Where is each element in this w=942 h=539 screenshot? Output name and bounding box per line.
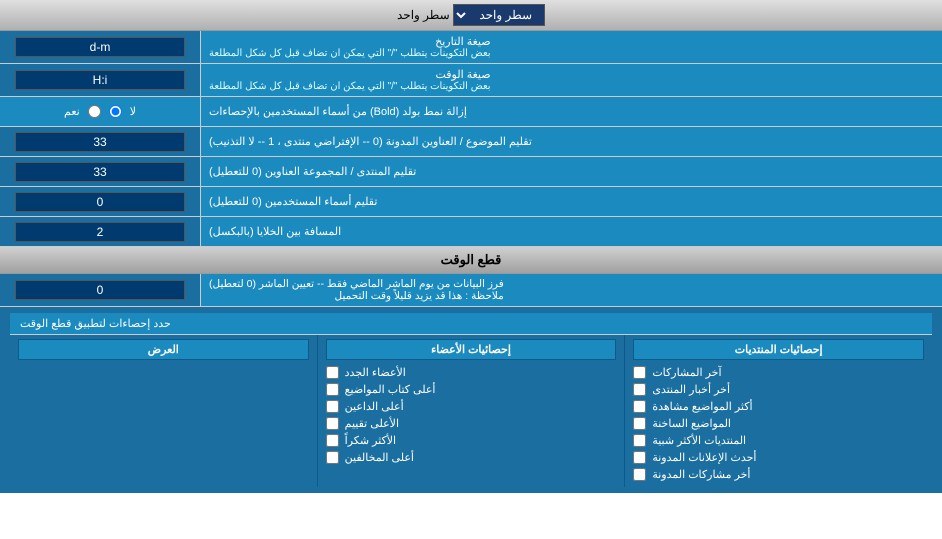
- stats-item-1: آخر المشاركات: [633, 364, 924, 381]
- time-format-input-cell: [0, 64, 200, 96]
- bold-remove-label: إزالة نمط بولد (Bold) من أسماء المستخدمي…: [200, 97, 942, 126]
- usernames-input[interactable]: [15, 192, 184, 212]
- topics-titles-row: تقليم الموضوع / العناوين المدونة (0 -- ا…: [0, 127, 942, 157]
- col2-header: إحصائيات الأعضاء: [326, 339, 617, 360]
- stats-title-row: حدد إحصاءات لتطبيق قطع الوقت: [10, 313, 932, 335]
- col-divider-2: [317, 335, 318, 487]
- stats-item-6: أحدث الإعلانات المدونة: [633, 449, 924, 466]
- stats-item-m3: أعلى الداعين: [326, 398, 617, 415]
- cell-spacing-input-cell: [0, 217, 200, 246]
- col1-header: إحصائيات المنتديات: [633, 339, 924, 360]
- date-format-input[interactable]: [15, 37, 184, 57]
- forum-titles-row: تقليم المنتدى / المجموعة العناوين (0 للت…: [0, 157, 942, 187]
- col1-checkbox-1[interactable]: [633, 383, 646, 396]
- stats-item-m2: أعلى كتاب المواضيع: [326, 381, 617, 398]
- stats-col-display: العرض: [10, 335, 317, 487]
- radio-yes[interactable]: [88, 105, 101, 118]
- stats-item-3: أكثر المواضيع مشاهدة: [633, 398, 924, 415]
- col3-header: العرض: [18, 339, 309, 360]
- col2-checkbox-3[interactable]: [326, 417, 339, 430]
- usernames-label: تقليم أسماء المستخدمين (0 للتعطيل): [200, 187, 942, 216]
- radio-no-label: لا: [130, 105, 136, 118]
- topics-titles-input[interactable]: [15, 132, 184, 152]
- filter-input[interactable]: [15, 280, 184, 300]
- header-row: سطر واحد سطران ثلاثة أسطر سطر واحد: [0, 0, 942, 31]
- time-format-input[interactable]: [15, 70, 184, 90]
- stats-col-forums: إحصائيات المنتديات آخر المشاركات أخر أخب…: [625, 335, 932, 487]
- time-format-label: صيغة الوقت بعض التكوينات يتطلب "/" التي …: [200, 64, 942, 96]
- col-divider: [624, 335, 625, 487]
- col2-checkbox-0[interactable]: [326, 366, 339, 379]
- col1-checkbox-4[interactable]: [633, 434, 646, 447]
- date-format-label: صيغة التاريخ بعض التكوينات يتطلب "/" الت…: [200, 31, 942, 63]
- forum-titles-label: تقليم المنتدى / المجموعة العناوين (0 للت…: [200, 157, 942, 186]
- display-label: سطر واحد: [397, 8, 450, 22]
- col2-checkbox-4[interactable]: [326, 434, 339, 447]
- filter-row: فرز البيانات من يوم الماشر الماضي فقط --…: [0, 274, 942, 307]
- stats-item-m1: الأعضاء الجدد: [326, 364, 617, 381]
- cell-spacing-input[interactable]: [15, 222, 184, 242]
- stats-item-5: المنتديات الأكثر شبية: [633, 432, 924, 449]
- usernames-row: تقليم أسماء المستخدمين (0 للتعطيل): [0, 187, 942, 217]
- topics-titles-input-cell: [0, 127, 200, 156]
- forum-titles-input-cell: [0, 157, 200, 186]
- date-format-row: صيغة التاريخ بعض التكوينات يتطلب "/" الت…: [0, 31, 942, 64]
- col2-checkbox-2[interactable]: [326, 400, 339, 413]
- date-format-input-cell: [0, 31, 200, 63]
- filter-label: فرز البيانات من يوم الماشر الماضي فقط --…: [200, 274, 942, 306]
- radio-no[interactable]: [109, 105, 122, 118]
- col1-checkbox-5[interactable]: [633, 451, 646, 464]
- col1-checkbox-6[interactable]: [633, 468, 646, 481]
- topics-titles-label: تقليم الموضوع / العناوين المدونة (0 -- ا…: [200, 127, 942, 156]
- stats-item-m5: الأكثر شكراً: [326, 432, 617, 449]
- display-select[interactable]: سطر واحد سطران ثلاثة أسطر: [453, 4, 545, 26]
- stats-item-m4: الأعلى تقييم: [326, 415, 617, 432]
- col1-checkbox-0[interactable]: [633, 366, 646, 379]
- col1-checkbox-2[interactable]: [633, 400, 646, 413]
- filter-input-cell: [0, 274, 200, 306]
- realtime-section-header: قطع الوقت: [0, 247, 942, 274]
- bold-remove-radio-cell: نعم لا: [0, 97, 200, 126]
- main-container: سطر واحد سطران ثلاثة أسطر سطر واحد صيغة …: [0, 0, 942, 493]
- stats-item-7: أخر مشاركات المدونة: [633, 466, 924, 483]
- usernames-input-cell: [0, 187, 200, 216]
- stats-grid: إحصائيات المنتديات آخر المشاركات أخر أخب…: [10, 335, 932, 487]
- col2-checkbox-1[interactable]: [326, 383, 339, 396]
- cell-spacing-label: المسافة بين الخلايا (بالبكسل): [200, 217, 942, 246]
- bold-remove-row: إزالة نمط بولد (Bold) من أسماء المستخدمي…: [0, 97, 942, 127]
- stats-item-2: أخر أخبار المنتدى: [633, 381, 924, 398]
- time-format-row: صيغة الوقت بعض التكوينات يتطلب "/" التي …: [0, 64, 942, 97]
- radio-yes-label: نعم: [64, 105, 80, 118]
- cell-spacing-row: المسافة بين الخلايا (بالبكسل): [0, 217, 942, 247]
- col1-checkbox-3[interactable]: [633, 417, 646, 430]
- stats-item-4: المواضيع الساخنة: [633, 415, 924, 432]
- stats-col-members: إحصائيات الأعضاء الأعضاء الجدد أعلى كتاب…: [318, 335, 625, 487]
- stats-section: حدد إحصاءات لتطبيق قطع الوقت إحصائيات ال…: [0, 307, 942, 493]
- forum-titles-input[interactable]: [15, 162, 184, 182]
- stats-item-m6: أعلى المخالفين: [326, 449, 617, 466]
- col2-checkbox-5[interactable]: [326, 451, 339, 464]
